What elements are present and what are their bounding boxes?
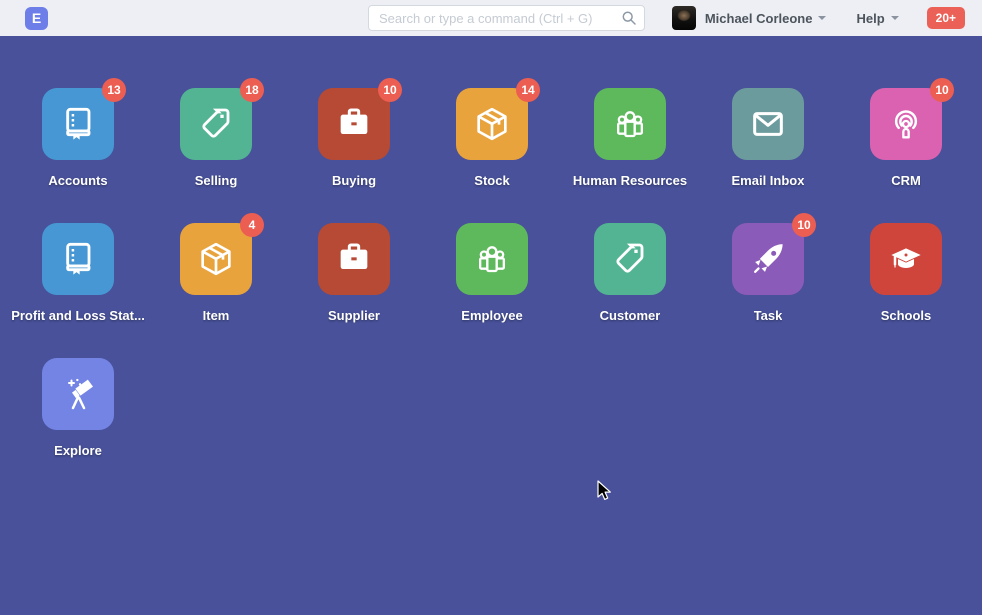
- tile-label: Supplier: [328, 308, 380, 323]
- app-shortcut-customer[interactable]: Customer: [561, 223, 699, 323]
- navbar: E Michael Corleone Help 20+: [0, 0, 982, 36]
- app-shortcut-crm[interactable]: 10 CRM: [837, 88, 975, 188]
- user-menu[interactable]: Michael Corleone: [705, 11, 813, 26]
- tag-icon[interactable]: [180, 88, 252, 160]
- notifications-badge-button[interactable]: 20+: [927, 7, 965, 29]
- app-shortcut-email-inbox[interactable]: Email Inbox: [699, 88, 837, 188]
- tile-label: Stock: [474, 173, 509, 188]
- book-icon[interactable]: [42, 223, 114, 295]
- notification-badge: 10: [930, 78, 954, 102]
- notification-badge: 13: [102, 78, 126, 102]
- notification-badge: 10: [378, 78, 402, 102]
- tile-label: Employee: [461, 308, 522, 323]
- tile-label: Profit and Loss Stat...: [11, 308, 145, 323]
- tile-label: Email Inbox: [732, 173, 805, 188]
- user-avatar[interactable]: [672, 6, 696, 30]
- notification-badge: 14: [516, 78, 540, 102]
- app-shortcut-selling[interactable]: 18 Selling: [147, 88, 285, 188]
- notification-badge: 4: [240, 213, 264, 237]
- tile-label: Human Resources: [573, 173, 687, 188]
- app-shortcut-task[interactable]: 10 Task: [699, 223, 837, 323]
- search-icon: [621, 10, 637, 26]
- person-broadcast-icon[interactable]: [870, 88, 942, 160]
- cube-icon[interactable]: [180, 223, 252, 295]
- app-shortcut-buying[interactable]: 10 Buying: [285, 88, 423, 188]
- envelope-icon[interactable]: [732, 88, 804, 160]
- app-shortcut-stock[interactable]: 14 Stock: [423, 88, 561, 188]
- desktop: 13 Accounts 18 Selling 10 Buying 14 Stoc…: [0, 36, 982, 615]
- app-shortcut-schools[interactable]: Schools: [837, 223, 975, 323]
- app-logo[interactable]: E: [25, 7, 48, 30]
- tag-icon[interactable]: [594, 223, 666, 295]
- notification-badge: 18: [240, 78, 264, 102]
- icon-grid: 13 Accounts 18 Selling 10 Buying 14 Stoc…: [0, 36, 982, 458]
- tile-label: Selling: [195, 173, 238, 188]
- chevron-down-icon: [818, 16, 826, 20]
- navbar-right: Michael Corleone Help 20+: [672, 0, 965, 36]
- briefcase-icon[interactable]: [318, 223, 390, 295]
- book-icon[interactable]: [42, 88, 114, 160]
- tile-label: Schools: [881, 308, 932, 323]
- tile-label: Customer: [600, 308, 661, 323]
- chevron-down-icon: [891, 16, 899, 20]
- help-menu-label: Help: [856, 11, 884, 26]
- people-icon[interactable]: [594, 88, 666, 160]
- app-shortcut-employee[interactable]: Employee: [423, 223, 561, 323]
- rocket-icon[interactable]: [732, 223, 804, 295]
- notification-badge: 10: [792, 213, 816, 237]
- app-shortcut-item[interactable]: 4 Item: [147, 223, 285, 323]
- app-shortcut-supplier[interactable]: Supplier: [285, 223, 423, 323]
- tile-label: Item: [203, 308, 230, 323]
- mouse-cursor: [597, 480, 612, 503]
- app-shortcut-human-resources[interactable]: Human Resources: [561, 88, 699, 188]
- global-search: [368, 5, 645, 31]
- app-shortcut-explore[interactable]: Explore: [9, 358, 147, 458]
- tile-label: CRM: [891, 173, 921, 188]
- telescope-icon[interactable]: [42, 358, 114, 430]
- tile-label: Accounts: [48, 173, 107, 188]
- app-shortcut-accounts[interactable]: 13 Accounts: [9, 88, 147, 188]
- graduation-cap-icon[interactable]: [870, 223, 942, 295]
- cube-icon[interactable]: [456, 88, 528, 160]
- people-icon[interactable]: [456, 223, 528, 295]
- briefcase-icon[interactable]: [318, 88, 390, 160]
- search-input[interactable]: [368, 5, 645, 31]
- tile-label: Task: [754, 308, 783, 323]
- help-menu[interactable]: Help: [856, 11, 898, 26]
- tile-label: Explore: [54, 443, 102, 458]
- app-shortcut-profit-and-loss-stat[interactable]: Profit and Loss Stat...: [9, 223, 147, 323]
- tile-label: Buying: [332, 173, 376, 188]
